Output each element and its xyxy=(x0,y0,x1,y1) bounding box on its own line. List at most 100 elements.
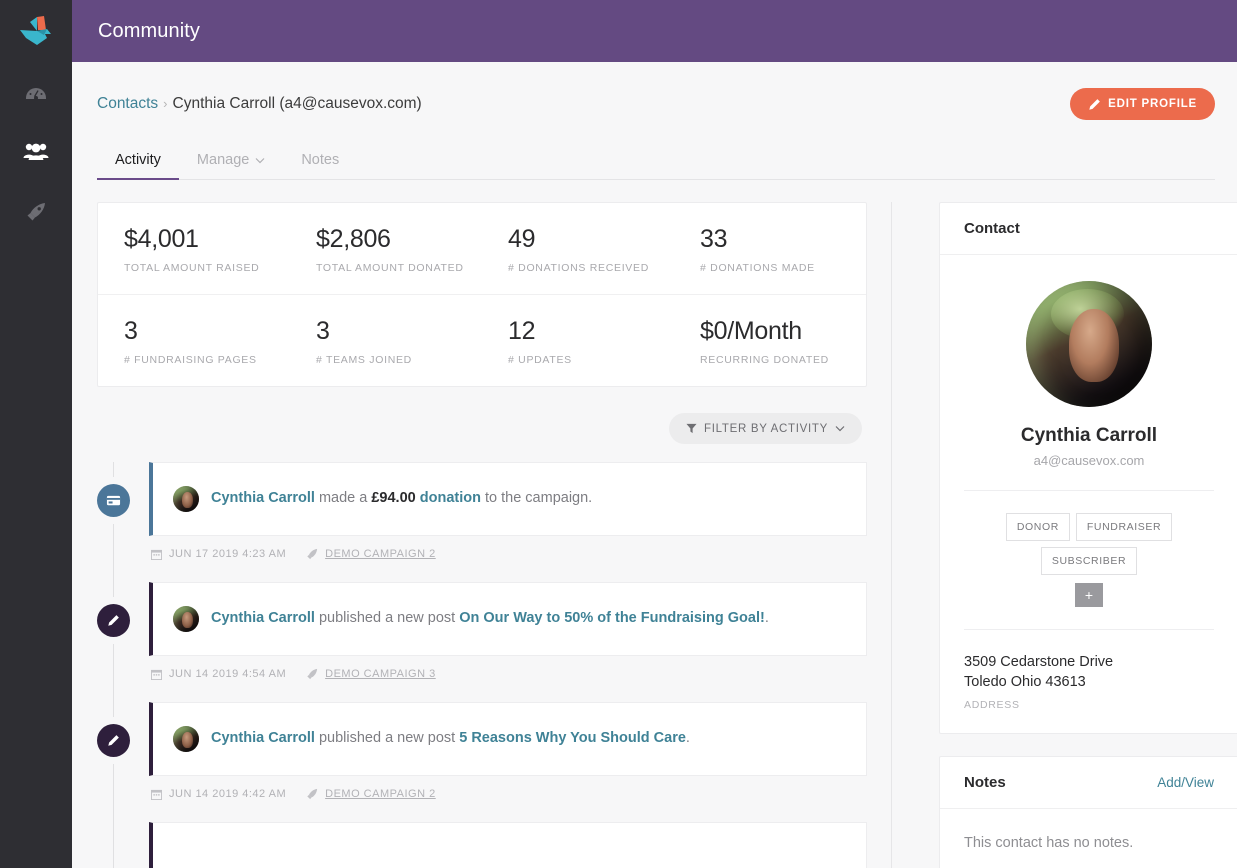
activity-date-group: JUN 17 2019 4:23 AM xyxy=(151,548,286,560)
edit-profile-label: EDIT PROFILE xyxy=(1108,98,1197,110)
stat-label: RECURRING DONATED xyxy=(700,354,829,366)
pencil-icon xyxy=(1088,98,1101,111)
contact-card-title: Contact xyxy=(964,220,1020,237)
activity-link[interactable]: On Our Way to 50% of the Fundraising Goa… xyxy=(459,610,765,626)
origami-crane-logo[interactable] xyxy=(0,0,72,62)
avatar xyxy=(173,606,199,632)
column-divider xyxy=(891,202,915,868)
activity-actor[interactable]: Cynthia Carroll xyxy=(211,490,315,506)
rocket-icon xyxy=(306,788,318,800)
tab-notes[interactable]: Notes xyxy=(283,152,357,179)
stat-value: 3 xyxy=(316,317,330,345)
stat-donations-received: 49 # DONATIONS RECEIVED xyxy=(482,203,674,294)
stat-value: 12 xyxy=(508,317,536,345)
stat-value: $0/Month xyxy=(700,317,802,345)
activity-text: Cynthia Carroll published a new post 5 R… xyxy=(211,728,690,749)
activity-item: Cynthia Carroll published a new post 5 R… xyxy=(97,702,867,800)
calendar-icon xyxy=(151,669,162,680)
tab-activity-label: Activity xyxy=(115,152,161,168)
breadcrumb-current: Cynthia Carroll (a4@causevox.com) xyxy=(172,95,422,112)
tab-notes-label: Notes xyxy=(301,152,340,168)
activity-date: JUN 14 2019 4:42 AM xyxy=(169,788,287,800)
stat-label: # DONATIONS MADE xyxy=(700,262,815,274)
breadcrumb-separator: › xyxy=(163,96,168,111)
avatar xyxy=(173,486,199,512)
filter-by-activity-button[interactable]: FILTER BY ACTIVITY xyxy=(668,413,862,444)
notes-add-view-link[interactable]: Add/View xyxy=(1157,775,1214,790)
content-area: $4,001 TOTAL AMOUNT RAISED $2,806 TOTAL … xyxy=(97,180,1237,868)
left-nav-rail xyxy=(0,0,72,868)
contact-name: Cynthia Carroll xyxy=(1020,425,1158,446)
divider xyxy=(964,490,1214,491)
stat-fundraising-pages: 3 # FUNDRAISING PAGES xyxy=(98,295,290,386)
activity-date-group: JUN 14 2019 4:54 AM xyxy=(151,668,286,680)
tag-subscriber[interactable]: SUBSCRIBER xyxy=(1040,547,1138,575)
stat-value: $4,001 xyxy=(124,225,199,253)
tag-donor[interactable]: DONOR xyxy=(1005,513,1070,541)
credit-card-icon xyxy=(106,493,121,508)
contact-address-line-2: Toledo Ohio 43613 xyxy=(964,674,1086,690)
activity-date-group: JUN 14 2019 4:42 AM xyxy=(151,788,286,800)
contact-column: Contact Cynthia Carroll a4@causevox.com … xyxy=(939,202,1237,868)
stat-value: 49 xyxy=(508,225,536,253)
add-tag-button[interactable]: + xyxy=(1075,583,1103,607)
stat-label: TOTAL AMOUNT DONATED xyxy=(316,262,464,274)
activity-text: Cynthia Carroll published a new post On … xyxy=(211,608,769,629)
activity-campaign-link[interactable]: DEMO CAMPAIGN 2 xyxy=(325,548,436,560)
notes-empty-text: This contact has no notes. xyxy=(964,835,1134,851)
stat-label: TOTAL AMOUNT RAISED xyxy=(124,262,260,274)
activity-campaign-link[interactable]: DEMO CAMPAIGN 2 xyxy=(325,788,436,800)
stat-teams-joined: 3 # TEAMS JOINED xyxy=(290,295,482,386)
stat-updates: 12 # UPDATES xyxy=(482,295,674,386)
activity-campaign-link[interactable]: DEMO CAMPAIGN 3 xyxy=(325,668,436,680)
activity-link[interactable]: donation xyxy=(416,490,481,506)
sidebar-item-campaigns[interactable] xyxy=(0,182,72,242)
activity-badge-post xyxy=(97,604,130,637)
activity-card xyxy=(149,822,867,868)
tab-manage[interactable]: Manage xyxy=(179,152,283,179)
stat-label: # FUNDRAISING PAGES xyxy=(124,354,257,366)
activity-campaign-group: DEMO CAMPAIGN 2 xyxy=(306,788,436,800)
breadcrumb-contacts-link[interactable]: Contacts xyxy=(97,95,158,112)
avatar xyxy=(173,726,199,752)
dashboard-icon xyxy=(24,80,48,104)
divider xyxy=(964,629,1214,630)
stat-label: # UPDATES xyxy=(508,354,572,366)
activity-badge-post xyxy=(97,724,130,757)
activity-meta: JUN 14 2019 4:42 AM DEMO CAMPAIGN 2 xyxy=(149,776,867,800)
activity-amount: £94.00 xyxy=(371,490,416,507)
activity-campaign-group: DEMO CAMPAIGN 3 xyxy=(306,668,436,680)
contact-address-line-1: 3509 Cedarstone Drive xyxy=(964,654,1114,670)
activity-actor[interactable]: Cynthia Carroll xyxy=(211,730,315,746)
stat-donations-made: 33 # DONATIONS MADE xyxy=(674,203,866,294)
activity-item: Cynthia Carroll made a £94.00 donation t… xyxy=(97,462,867,560)
sidebar-item-dashboard[interactable] xyxy=(0,62,72,122)
stat-value: 3 xyxy=(124,317,138,345)
rocket-icon xyxy=(306,548,318,560)
edit-profile-button[interactable]: EDIT PROFILE xyxy=(1070,88,1215,120)
notes-card-title: Notes xyxy=(964,774,1006,791)
stat-total-amount-donated: $2,806 TOTAL AMOUNT DONATED xyxy=(290,203,482,294)
stat-label: # TEAMS JOINED xyxy=(316,354,412,366)
tab-activity[interactable]: Activity xyxy=(97,152,179,180)
tag-fundraiser[interactable]: FUNDRAISER xyxy=(1075,513,1173,541)
rocket-icon xyxy=(24,200,48,224)
activity-campaign-group: DEMO CAMPAIGN 2 xyxy=(306,548,436,560)
page-body: Contacts › Cynthia Carroll (a4@causevox.co… xyxy=(72,62,1237,868)
activity-text-before: made a xyxy=(314,490,372,507)
breadcrumb-row: Contacts › Cynthia Carroll (a4@causevox.co… xyxy=(97,62,1215,138)
activity-date: JUN 17 2019 4:23 AM xyxy=(169,548,287,560)
stat-label: # DONATIONS RECEIVED xyxy=(508,262,649,274)
activity-timeline: Cynthia Carroll made a £94.00 donation t… xyxy=(97,462,867,868)
contact-tag-list: DONOR FUNDRAISER SUBSCRIBER xyxy=(964,513,1214,575)
activity-date: JUN 14 2019 4:54 AM xyxy=(169,668,287,680)
activity-text-after: to the campaign. xyxy=(480,490,593,507)
activity-link[interactable]: 5 Reasons Why You Should Care xyxy=(459,730,686,746)
contact-card: Contact Cynthia Carroll a4@causevox.com … xyxy=(939,202,1237,734)
activity-actor[interactable]: Cynthia Carroll xyxy=(211,610,315,626)
activity-column: $4,001 TOTAL AMOUNT RAISED $2,806 TOTAL … xyxy=(97,202,867,868)
sidebar-item-community[interactable] xyxy=(0,122,72,182)
page-title: Community xyxy=(98,19,201,42)
stats-row-2: 3 # FUNDRAISING PAGES 3 # TEAMS JOINED 1… xyxy=(98,294,866,386)
pencil-icon xyxy=(107,614,120,627)
